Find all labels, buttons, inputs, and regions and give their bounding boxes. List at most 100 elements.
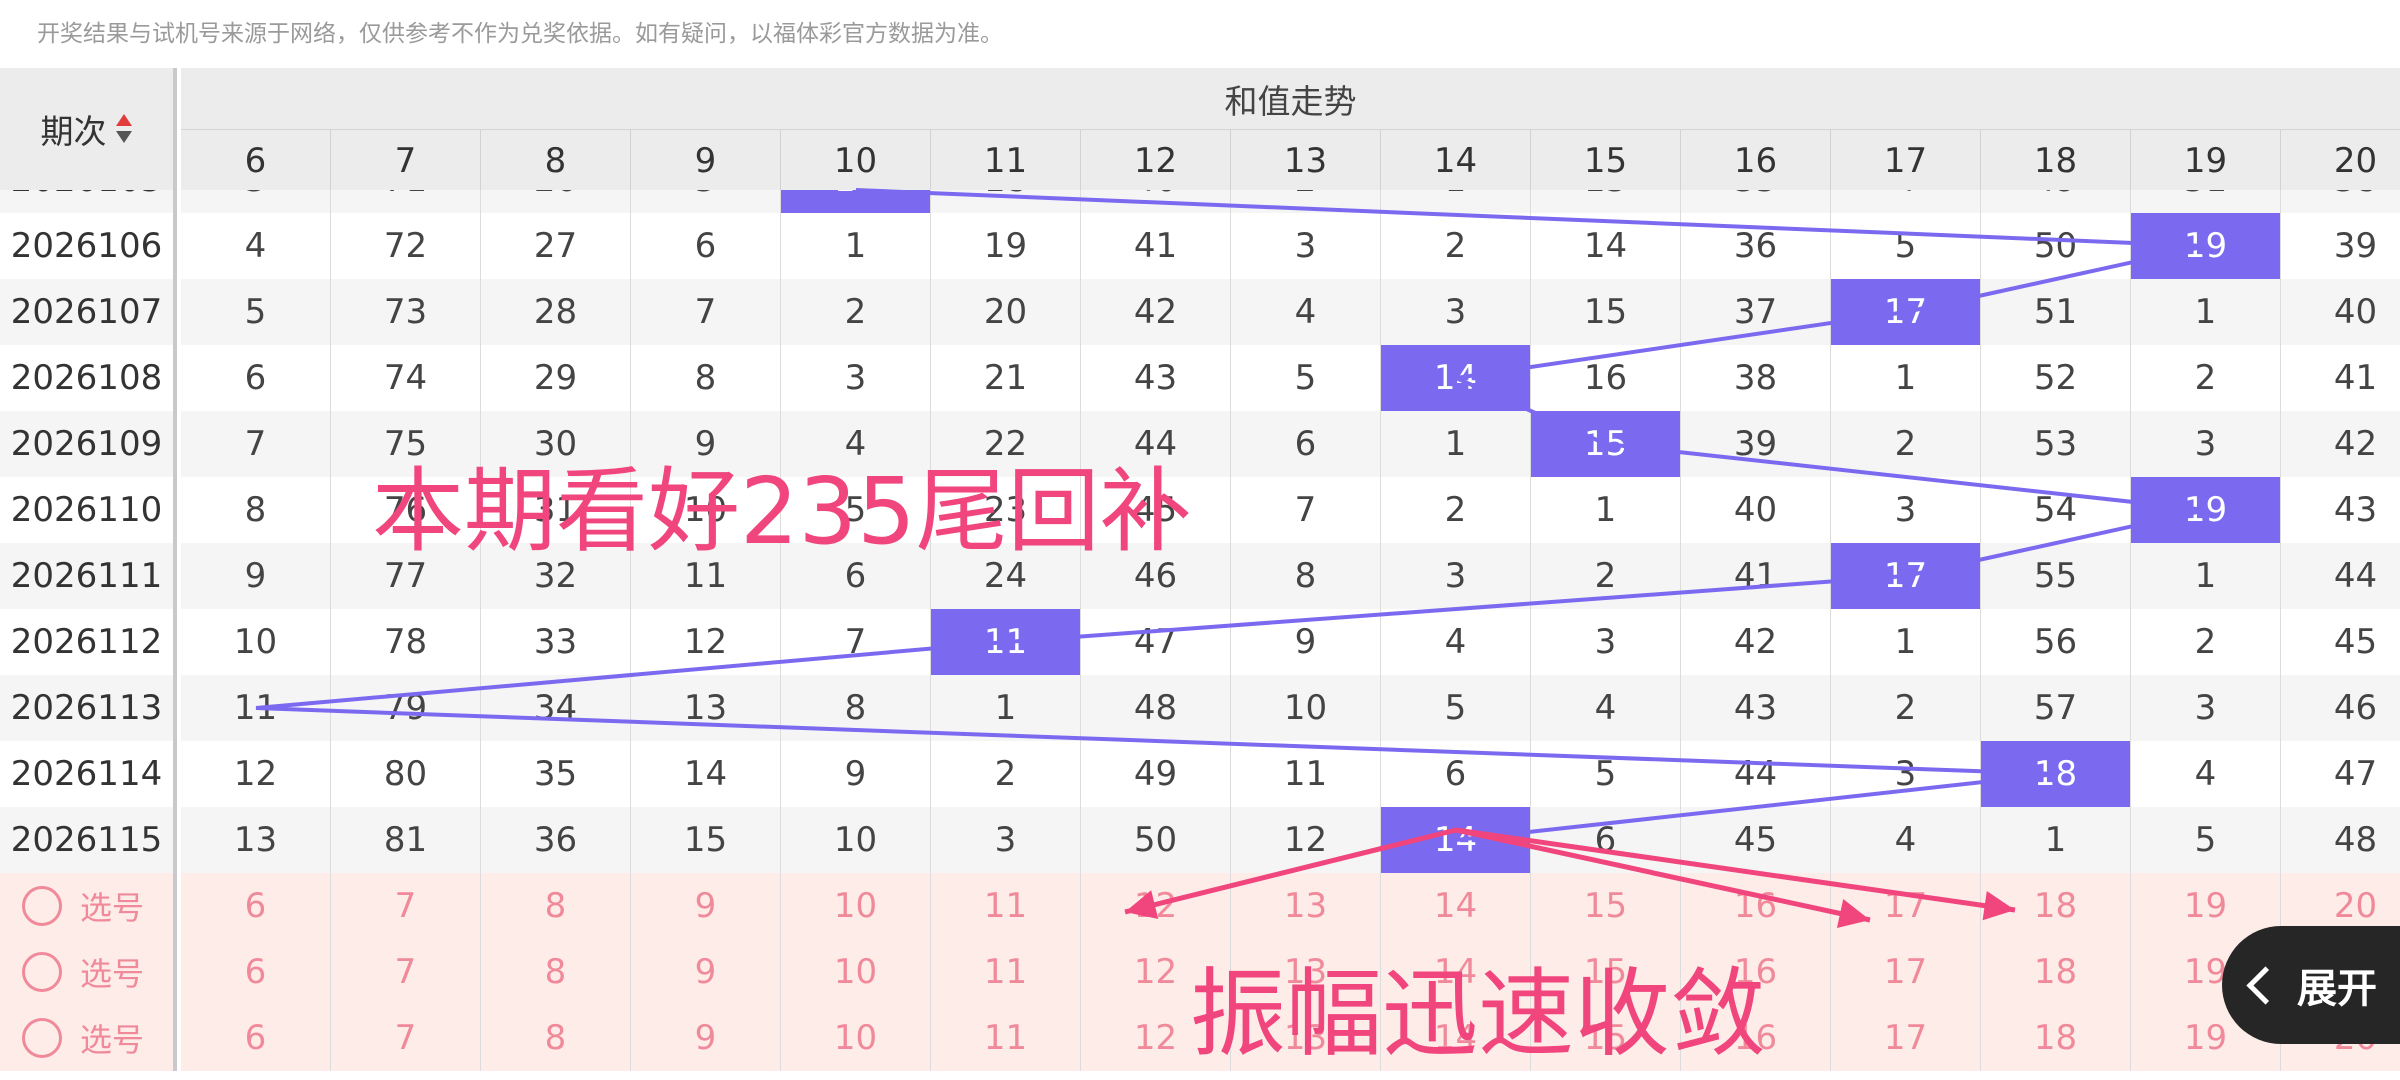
pick-number[interactable]: 18	[1981, 873, 2131, 939]
table-cell: 4	[2131, 741, 2281, 807]
table-cell: 20	[931, 279, 1081, 345]
table-cell: 39	[1681, 411, 1831, 477]
pick-number[interactable]: 17	[1831, 939, 1981, 1005]
pick-number[interactable]: 17	[1831, 873, 1981, 939]
pick-number[interactable]: 11	[931, 1005, 1081, 1071]
table-cell: 10	[1231, 675, 1381, 741]
table-cell: 8	[631, 345, 781, 411]
pick-number[interactable]: 7	[331, 1005, 481, 1071]
table-cell: 7	[781, 609, 931, 675]
period-cell: 2026110	[0, 477, 177, 543]
pick-number[interactable]: 7	[331, 873, 481, 939]
pick-number[interactable]: 11	[931, 873, 1081, 939]
table-cell: 1	[2131, 543, 2281, 609]
table-row: 3712651618402113354495138	[181, 190, 2400, 213]
table-cell: 21	[931, 345, 1081, 411]
table-cell: 57	[1981, 675, 2131, 741]
table-cell: 4	[1531, 675, 1681, 741]
pick-number[interactable]: 12	[1081, 873, 1231, 939]
annotation-prediction: 本期看好235尾回补	[372, 458, 1192, 565]
table-cell: 3	[781, 345, 931, 411]
column-header: 13	[1231, 130, 1381, 190]
pick-number[interactable]: 9	[631, 1005, 781, 1071]
sort-icon[interactable]	[115, 112, 133, 146]
pick-number[interactable]: 18	[1981, 939, 2131, 1005]
pick-number[interactable]: 10	[781, 939, 931, 1005]
period-header-label: 期次	[40, 112, 107, 151]
pick-number[interactable]: 14	[1381, 873, 1531, 939]
table-cell: 42	[1081, 279, 1231, 345]
table-cell: 35	[1681, 190, 1831, 213]
table-row: 5 73 28 7 2 20 42 4 3 15 37 17 51 1 40	[181, 279, 2400, 345]
hit-cell: 14	[1381, 807, 1531, 873]
table-cell: 12	[1231, 807, 1381, 873]
table-cell: 53	[1981, 411, 2131, 477]
table-cell: 26	[481, 190, 631, 213]
pick-number[interactable]: 15	[1531, 873, 1681, 939]
radio-circle-icon[interactable]	[22, 952, 62, 992]
pick-number[interactable]: 6	[181, 873, 331, 939]
pick-number[interactable]: 16	[1681, 873, 1831, 939]
radio-circle-icon[interactable]	[22, 1018, 62, 1058]
table-cell: 73	[331, 279, 481, 345]
column-header: 18	[1981, 130, 2131, 190]
table-cell: 42	[1681, 609, 1831, 675]
expand-button[interactable]: 展开	[2222, 926, 2400, 1044]
pick-number[interactable]: 10	[781, 873, 931, 939]
table-cell: 5	[1381, 675, 1531, 741]
pick-toggle[interactable]: 选号	[0, 939, 177, 1005]
radio-circle-icon[interactable]	[22, 886, 62, 926]
table-cell: 42	[2281, 411, 2400, 477]
table-cell: 6	[181, 345, 331, 411]
table-cell: 72	[331, 213, 481, 279]
pick-number[interactable]: 9	[631, 873, 781, 939]
pick-number[interactable]: 8	[481, 1005, 631, 1071]
table-cell: 6	[631, 213, 781, 279]
table-cell: 13	[1531, 190, 1681, 213]
hit-cell: 19	[2131, 213, 2281, 279]
table-cell: 15	[1531, 279, 1681, 345]
table-cell: 12	[631, 609, 781, 675]
table-cell: 3	[1381, 543, 1531, 609]
table-cell: 52	[1981, 345, 2131, 411]
table-cell: 51	[1981, 279, 2131, 345]
table-cell: 28	[481, 279, 631, 345]
table-cell: 36	[1681, 213, 1831, 279]
pick-number[interactable]: 13	[1231, 873, 1381, 939]
table-cell: 5	[2131, 807, 2281, 873]
pick-number[interactable]: 18	[1981, 1005, 2131, 1071]
table-cell: 44	[2281, 543, 2400, 609]
pick-number[interactable]: 6	[181, 1005, 331, 1071]
table-cell: 9	[181, 543, 331, 609]
table-cell: 80	[331, 741, 481, 807]
hit-cell: 11	[931, 609, 1081, 675]
column-header: 19	[2131, 130, 2281, 190]
period-cell: 2026111	[0, 543, 177, 609]
table-cell: 3	[1831, 477, 1981, 543]
period-column-header[interactable]: 期次	[0, 68, 177, 190]
pick-number[interactable]: 8	[481, 873, 631, 939]
table-cell: 3	[1381, 279, 1531, 345]
table-cell: 39	[2281, 213, 2400, 279]
table-cell: 1	[1381, 190, 1531, 213]
column-header: 6	[181, 130, 331, 190]
pick-number[interactable]: 17	[1831, 1005, 1981, 1071]
period-cell: 2026106	[0, 213, 177, 279]
table-row: 13 81 36 15 10 3 50 12 14 6 45 4 1 5 48	[181, 807, 2400, 873]
pick-number[interactable]: 10	[781, 1005, 931, 1071]
table-cell: 29	[481, 345, 631, 411]
table-cell: 5	[1231, 345, 1381, 411]
pick-number[interactable]: 9	[631, 939, 781, 1005]
pick-number[interactable]: 8	[481, 939, 631, 1005]
table-cell: 2	[1531, 543, 1681, 609]
table-cell: 3	[2131, 675, 2281, 741]
pick-number[interactable]: 6	[181, 939, 331, 1005]
hit-cell: 15	[1531, 411, 1681, 477]
pick-number[interactable]: 11	[931, 939, 1081, 1005]
table-cell: 1	[1981, 807, 2131, 873]
table-cell: 43	[1081, 345, 1231, 411]
table-cell: 79	[331, 675, 481, 741]
pick-toggle[interactable]: 选号	[0, 1005, 177, 1071]
pick-number[interactable]: 7	[331, 939, 481, 1005]
pick-toggle[interactable]: 选号	[0, 873, 177, 939]
